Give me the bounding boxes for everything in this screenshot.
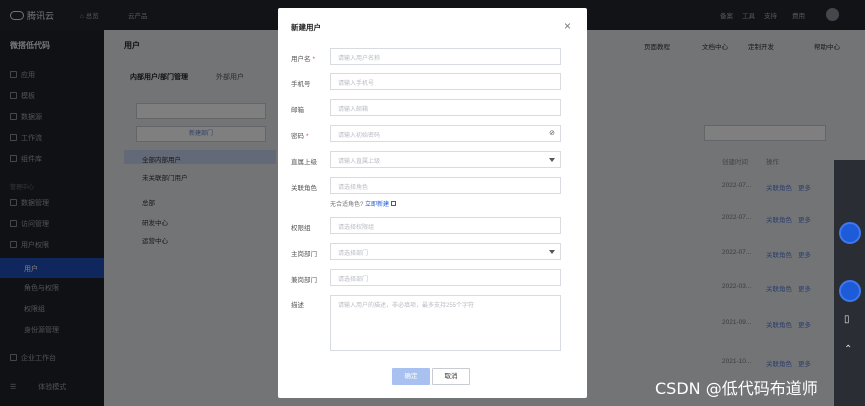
manager-select[interactable]: 请输入直属上级 [330,151,561,168]
external-link-icon[interactable] [391,201,397,206]
password-label: 密码 * [291,133,309,140]
eye-off-icon[interactable]: ⊘ [549,130,555,138]
close-icon[interactable]: × [564,20,571,32]
password-input[interactable]: 请输入初始密码 ⊘ [330,125,561,142]
create-role-link[interactable]: 立即新建 [365,202,389,208]
roles-label: 关联角色 [291,185,317,192]
collapse-icon[interactable]: ⌃ [844,344,852,355]
main-dept-select[interactable]: 请选择部门 [330,243,561,260]
cancel-button[interactable]: 取消 [432,368,470,385]
permgroup-select[interactable]: 请选择权限组 [330,217,561,234]
other-dept-label: 兼岗部门 [291,277,317,284]
email-label: 邮箱 [291,107,304,114]
book-icon[interactable]: ▯ [844,314,850,325]
caret-down-icon [549,250,555,254]
caret-down-icon [549,158,555,162]
manager-label: 直属上级 [291,159,317,166]
email-input[interactable]: 请输入邮箱 [330,99,561,116]
desc-textarea[interactable]: 请输入用户的描述，非必填项，最多支持255个字符 [330,295,561,351]
main-dept-label: 主岗部门 [291,251,317,258]
headset-icon[interactable] [839,222,861,244]
desc-label: 描述 [291,302,304,309]
phone-label: 手机号 [291,81,311,88]
dialog-title: 新建用户 [291,23,321,32]
roles-select[interactable]: 请选择角色 [330,177,561,194]
required-mark: * [312,56,316,63]
roles-hint: 无合适角色? 立即新建 [330,199,397,208]
required-mark: * [306,133,309,140]
username-input[interactable]: 请输入用户名称 [330,48,561,65]
username-label: 用户名 * [291,56,316,63]
confirm-button[interactable]: 确定 [392,368,430,385]
permgroup-label: 权限组 [291,225,311,232]
watermark: CSDN @低代码布道师 [655,379,818,398]
phone-input[interactable]: 请输入手机号 [330,73,561,90]
chat-icon[interactable] [839,280,861,302]
other-dept-select[interactable]: 请选择部门 [330,269,561,286]
new-user-dialog: 新建用户 × 用户名 * 请输入用户名称 手机号 请输入手机号 邮箱 请输入邮箱 … [278,8,587,398]
